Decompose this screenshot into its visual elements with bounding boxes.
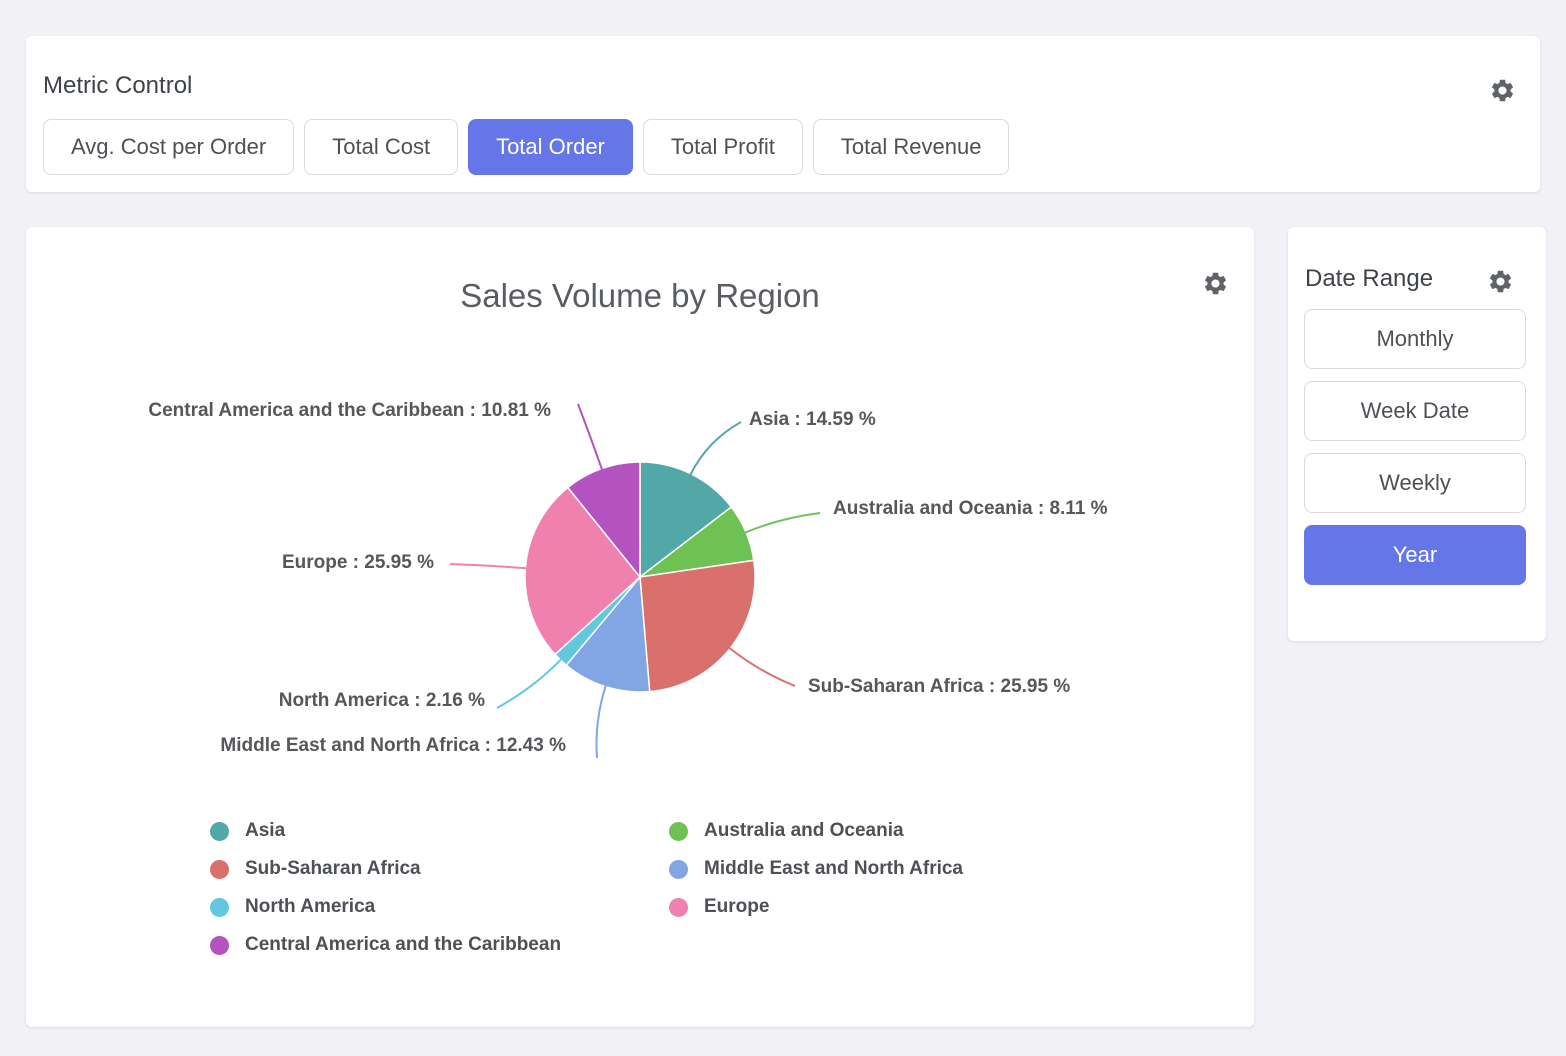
pie-label-australia-and-oceania: Australia and Oceania : 8.11 % <box>833 498 1108 520</box>
pie-label-north-america: North America : 2.16 % <box>26 690 485 712</box>
pie-leader-line-middle-east-and-north-africa <box>596 686 605 758</box>
metric-button-total-revenue[interactable]: Total Revenue <box>813 119 1010 175</box>
legend-label: North America <box>245 895 375 919</box>
pie-label-europe: Europe : 25.95 % <box>26 552 434 574</box>
legend-dot-icon <box>210 936 229 955</box>
pie-leader-line-australia-and-oceania <box>745 513 820 533</box>
gear-icon[interactable] <box>1487 268 1514 295</box>
legend-item-asia[interactable]: Asia <box>210 819 669 843</box>
metric-button-total-profit[interactable]: Total Profit <box>643 119 803 175</box>
legend-item-north-america[interactable]: North America <box>210 895 669 919</box>
legend-item-australia-and-oceania[interactable]: Australia and Oceania <box>669 819 963 843</box>
legend-dot-icon <box>669 898 688 917</box>
pie-leader-line-europe <box>450 564 526 568</box>
pie-leader-line-north-america <box>497 659 561 708</box>
date-range-button-weekly[interactable]: Weekly <box>1304 453 1526 513</box>
date-range-button-monthly[interactable]: Monthly <box>1304 309 1526 369</box>
legend-dot-icon <box>210 860 229 879</box>
legend-dot-icon <box>210 898 229 917</box>
pie-leader-line-central-america-and-the-caribbean <box>578 404 602 470</box>
gear-icon[interactable] <box>1489 77 1516 104</box>
pie-leader-line-asia <box>690 422 741 475</box>
date-range-card: Date Range Monthly Week Date Weekly Year <box>1288 227 1546 641</box>
pie-label-asia: Asia : 14.59 % <box>749 409 876 431</box>
pie-label-sub-saharan-africa: Sub-Saharan Africa : 25.95 % <box>808 676 1070 698</box>
metric-control-title: Metric Control <box>43 72 192 100</box>
legend-item-middle-east-and-north-africa[interactable]: Middle East and North Africa <box>669 857 963 881</box>
metric-button-group: Avg. Cost per OrderTotal CostTotal Order… <box>43 119 1009 175</box>
legend-dot-icon <box>210 822 229 841</box>
date-range-button-week-date[interactable]: Week Date <box>1304 381 1526 441</box>
legend-label: Middle East and North Africa <box>704 857 963 881</box>
pie-leader-line-sub-saharan-africa <box>729 648 795 686</box>
date-range-title: Date Range <box>1305 265 1433 293</box>
metric-control-card: Metric Control Avg. Cost per OrderTotal … <box>26 36 1540 192</box>
metric-button-total-order[interactable]: Total Order <box>468 119 633 175</box>
legend-label: Europe <box>704 895 769 919</box>
legend-item-central-america-and-the-caribbean[interactable]: Central America and the Caribbean <box>210 933 669 957</box>
legend-label: Asia <box>245 819 285 843</box>
legend-label: Australia and Oceania <box>704 819 904 843</box>
pie-slice-sub-saharan-africa[interactable] <box>640 560 755 691</box>
metric-button-total-cost[interactable]: Total Cost <box>304 119 458 175</box>
pie-label-middle-east-and-north-africa: Middle East and North Africa : 12.43 % <box>26 735 566 757</box>
pie-label-central-america-and-the-caribbean: Central America and the Caribbean : 10.8… <box>26 400 551 422</box>
legend-dot-icon <box>669 860 688 879</box>
sales-volume-chart-card: Sales Volume by Region Asia : 14.59 % Au… <box>26 227 1254 1027</box>
metric-button-avg-cost-per-order[interactable]: Avg. Cost per Order <box>43 119 294 175</box>
legend-label: Sub-Saharan Africa <box>245 857 421 881</box>
legend-label: Central America and the Caribbean <box>245 933 561 957</box>
date-range-button-group: Monthly Week Date Weekly Year <box>1304 309 1526 585</box>
date-range-button-year[interactable]: Year <box>1304 525 1526 585</box>
chart-legend: Asia Australia and Oceania Sub-Saharan Afr… <box>210 819 963 957</box>
legend-item-sub-saharan-africa[interactable]: Sub-Saharan Africa <box>210 857 669 881</box>
legend-item-europe[interactable]: Europe <box>669 895 963 919</box>
legend-dot-icon <box>669 822 688 841</box>
